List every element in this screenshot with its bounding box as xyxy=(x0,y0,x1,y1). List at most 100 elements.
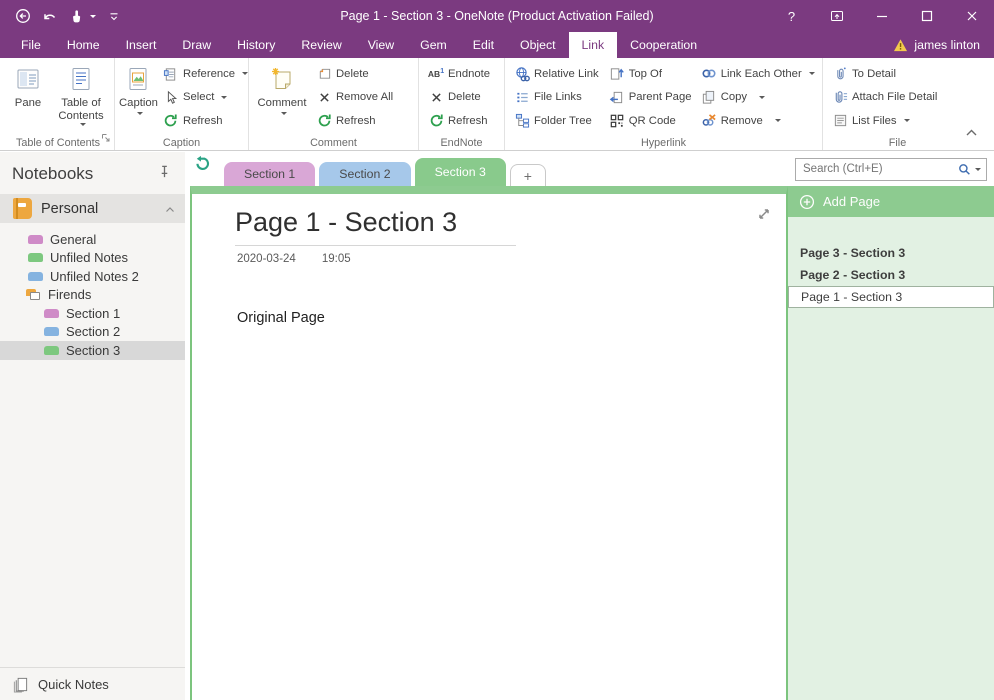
caption-button[interactable]: Caption xyxy=(119,61,158,139)
search-scope-dropdown[interactable] xyxy=(975,168,981,171)
file-links-label: File Links xyxy=(534,91,582,103)
help-button[interactable]: ? xyxy=(769,0,814,32)
page-body-text[interactable]: Original Page xyxy=(237,310,786,326)
tab-insert[interactable]: Insert xyxy=(113,32,170,58)
back-circle-icon xyxy=(15,8,31,24)
sidebar-item-firends[interactable]: Firends xyxy=(0,286,185,305)
collapse-ribbon-button[interactable] xyxy=(965,124,978,142)
sidebar-item-unfiled-notes[interactable]: Unfiled Notes xyxy=(0,249,185,268)
remove-all-button[interactable]: Remove All xyxy=(311,86,398,110)
tab-object[interactable]: Object xyxy=(507,32,569,58)
page-title-block[interactable]: Page 1 - Section 3 xyxy=(235,207,516,246)
sidebar-item-section-3[interactable]: Section 3 xyxy=(0,341,185,360)
navigate-back-button[interactable] xyxy=(193,155,211,178)
endnote-delete-button[interactable]: Delete xyxy=(423,86,495,110)
parent-page-button[interactable]: Parent Page xyxy=(604,86,696,110)
notebooks-title: Notebooks xyxy=(12,164,93,184)
tab-view[interactable]: View xyxy=(355,32,407,58)
section-tab-icon xyxy=(28,253,43,262)
relative-link-button[interactable]: Relative Link xyxy=(509,62,604,86)
search-box[interactable] xyxy=(795,158,987,181)
endnote-refresh-button[interactable]: Refresh xyxy=(423,109,495,133)
list-files-dropdown[interactable] xyxy=(904,119,910,122)
undo-button[interactable] xyxy=(42,9,58,23)
tab-cooperation[interactable]: Cooperation xyxy=(617,32,710,58)
page-list-item-page-3[interactable]: Page 3 - Section 3 xyxy=(788,242,994,264)
quick-notes-button[interactable]: Quick Notes xyxy=(0,667,185,700)
qr-code-button[interactable]: QR Code xyxy=(604,109,696,133)
remove-link-dropdown[interactable] xyxy=(775,119,781,122)
table-of-contents-button[interactable]: Table of Contents xyxy=(50,61,112,139)
tab-edit[interactable]: Edit xyxy=(460,32,507,58)
comment-dropdown[interactable] xyxy=(281,112,287,115)
customize-qat-button[interactable] xyxy=(107,9,121,23)
touch-mouse-mode-button[interactable] xyxy=(69,9,96,24)
link-each-other-button[interactable]: Link Each Other xyxy=(696,62,820,86)
folder-tree-button[interactable]: Folder Tree xyxy=(509,109,604,133)
section-tab-section-3[interactable]: Section 3 xyxy=(415,158,506,186)
minimize-button[interactable] xyxy=(859,0,904,32)
collapse-notebook-button[interactable] xyxy=(165,201,175,217)
pane-button[interactable]: Pane xyxy=(6,61,50,139)
close-button[interactable] xyxy=(949,0,994,32)
comment-refresh-button[interactable]: Refresh xyxy=(311,109,398,133)
comment-button[interactable]: Comment xyxy=(253,61,311,139)
sidebar-item-general[interactable]: General xyxy=(0,230,185,249)
notebook-personal[interactable]: Personal xyxy=(0,194,185,223)
new-section-tab-button[interactable]: + xyxy=(510,164,546,186)
ribbon-group-hyperlink: Relative Link File Links Folder Tree Top xyxy=(504,58,822,150)
caption-small-buttons: Reference Select Refresh xyxy=(158,61,253,139)
attach-file-detail-button[interactable]: Attach File Detail xyxy=(827,86,942,110)
search-input[interactable] xyxy=(803,163,957,175)
page-title[interactable]: Page 1 - Section 3 xyxy=(235,207,516,238)
select-button[interactable]: Select xyxy=(158,86,253,110)
ribbon: Pane Table of Contents Table of Contents… xyxy=(0,58,994,151)
copy-link-dropdown[interactable] xyxy=(759,96,765,99)
refresh-icon xyxy=(316,113,332,129)
copy-link-label: Copy xyxy=(721,91,747,103)
sidebar-item-unfiled-notes-2[interactable]: Unfiled Notes 2 xyxy=(0,267,185,286)
endnote-ab1-icon: AB1 xyxy=(428,66,444,82)
tab-review[interactable]: Review xyxy=(288,32,354,58)
section-tab-section-2[interactable]: Section 2 xyxy=(319,162,410,186)
endnote-button[interactable]: AB1 Endnote xyxy=(423,62,495,86)
to-detail-label: To Detail xyxy=(852,68,896,80)
section-tab-section-1[interactable]: Section 1 xyxy=(224,162,315,186)
sidebar-item-section-1[interactable]: Section 1 xyxy=(0,304,185,323)
touch-mode-dropdown[interactable] xyxy=(90,15,96,18)
page-list-item-page-2[interactable]: Page 2 - Section 3 xyxy=(788,264,994,286)
list-files-button[interactable]: List Files xyxy=(827,109,942,133)
comment-delete-button[interactable]: Delete xyxy=(311,62,398,86)
top-of-button[interactable]: Top Of xyxy=(604,62,696,86)
search-icon[interactable] xyxy=(957,162,972,177)
table-of-contents-dropdown[interactable] xyxy=(80,123,86,126)
expand-page-button[interactable] xyxy=(757,207,771,226)
help-icon: ? xyxy=(788,9,795,24)
select-dropdown[interactable] xyxy=(221,96,227,99)
pin-button[interactable] xyxy=(158,164,171,184)
to-detail-button[interactable]: To Detail xyxy=(827,62,942,86)
sidebar-item-section-2[interactable]: Section 2 xyxy=(0,323,185,342)
copy-link-button[interactable]: Copy xyxy=(696,86,820,110)
tab-gem[interactable]: Gem xyxy=(407,32,460,58)
tab-file[interactable]: File xyxy=(8,32,54,58)
link-each-other-dropdown[interactable] xyxy=(809,72,815,75)
page-canvas[interactable]: Page 1 - Section 3 2020-03-24 19:05 Orig… xyxy=(190,186,788,700)
quick-access-toolbar xyxy=(0,8,121,24)
dialog-launcher-icon[interactable] xyxy=(101,130,111,148)
back-button[interactable] xyxy=(15,8,31,24)
account-area[interactable]: james linton xyxy=(893,32,994,58)
tab-link[interactable]: Link xyxy=(569,32,618,58)
remove-link-button[interactable]: Remove xyxy=(696,109,820,133)
ribbon-display-options-button[interactable] xyxy=(814,0,859,32)
add-page-button[interactable]: Add Page xyxy=(788,186,994,217)
file-links-button[interactable]: File Links xyxy=(509,86,604,110)
page-list-item-page-1[interactable]: Page 1 - Section 3 xyxy=(788,286,994,308)
tab-history[interactable]: History xyxy=(224,32,288,58)
maximize-button[interactable] xyxy=(904,0,949,32)
caption-refresh-button[interactable]: Refresh xyxy=(158,109,253,133)
tab-draw[interactable]: Draw xyxy=(169,32,224,58)
caption-dropdown[interactable] xyxy=(137,112,143,115)
reference-button[interactable]: Reference xyxy=(158,62,253,86)
tab-home[interactable]: Home xyxy=(54,32,113,58)
